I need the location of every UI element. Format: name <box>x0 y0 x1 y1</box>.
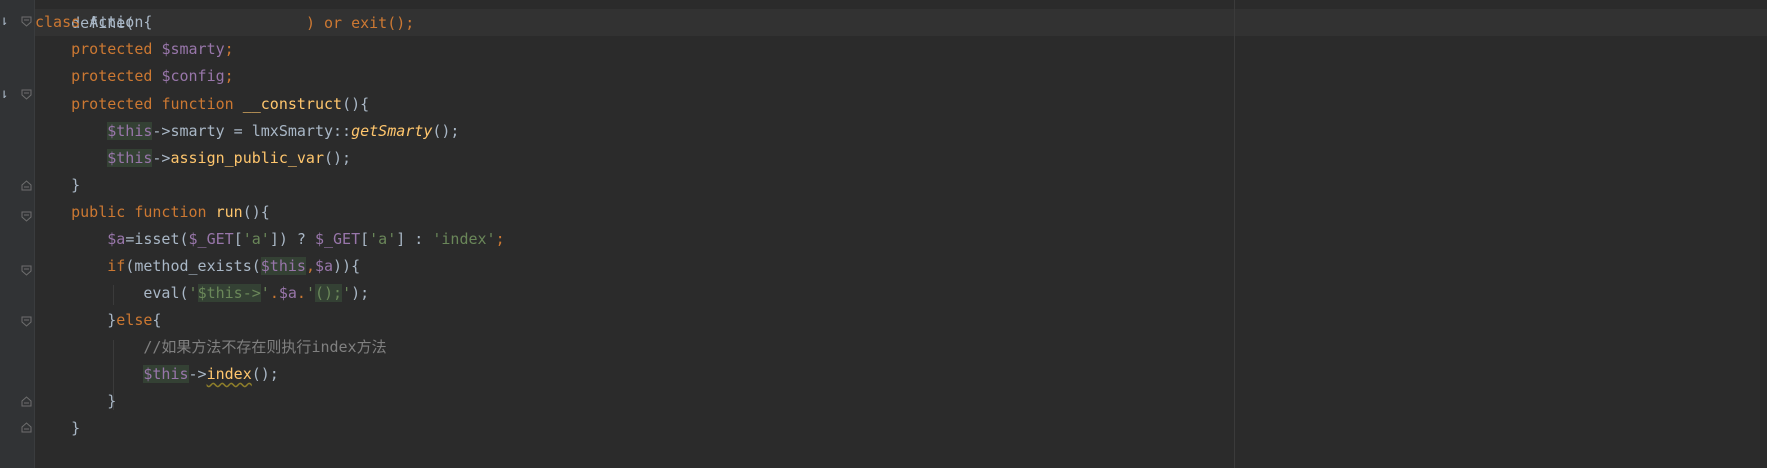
keyword: else <box>116 311 153 329</box>
punctuation: (); <box>324 149 352 167</box>
semicolon: ; <box>495 230 505 248</box>
member-access: -> <box>152 149 171 167</box>
static-method-call: getSmarty <box>351 122 433 140</box>
class-name: Action <box>89 13 144 31</box>
override-marker-icon[interactable]: ⇂ <box>0 87 8 101</box>
variable: $a <box>107 230 126 248</box>
code-line[interactable]: }else{ <box>35 307 161 334</box>
keyword: protected <box>71 67 153 85</box>
keyword: public <box>71 203 126 221</box>
brace: } <box>71 176 81 194</box>
code-line[interactable]: public function run(){ <box>35 199 270 226</box>
string: 'a' <box>369 230 397 248</box>
fold-collapse-icon[interactable] <box>21 265 32 276</box>
code-line[interactable]: $a=isset($_GET['a']) ? $_GET['a'] : 'ind… <box>35 226 505 253</box>
fold-collapse-icon[interactable] <box>21 316 32 327</box>
variable: $a <box>278 284 297 302</box>
code-line[interactable]: } <box>35 388 116 415</box>
property-name: $config <box>161 67 225 85</box>
partial-tail: ) or exit(); <box>305 14 415 32</box>
fold-end-icon[interactable] <box>21 422 32 433</box>
punctuation: (){ <box>242 203 270 221</box>
keyword: function <box>161 95 234 113</box>
method-call: assign_public_var <box>170 149 324 167</box>
function-call: eval( <box>143 284 189 302</box>
code-line[interactable]: } <box>35 415 80 442</box>
override-marker-icon[interactable]: ⇂ <box>0 14 8 28</box>
semicolon: ; <box>224 40 234 58</box>
variable: $a <box>314 257 334 275</box>
this-variable: $this <box>143 365 189 383</box>
code-line[interactable]: class Action{ <box>35 9 152 36</box>
punctuation: (){ <box>342 95 370 113</box>
this-variable: $this <box>260 257 306 275</box>
brace: } <box>71 419 81 437</box>
code-line[interactable]: protected $smarty; <box>35 36 234 63</box>
code-line[interactable]: } <box>35 172 80 199</box>
punctuation: (); <box>432 122 460 140</box>
string: 'index' <box>432 230 496 248</box>
brace: } <box>107 311 117 329</box>
code-line[interactable]: $this->index(); <box>35 361 279 388</box>
brace: } <box>107 392 117 410</box>
superglobal: $_GET <box>314 230 361 248</box>
brace: { <box>143 13 153 31</box>
keyword: protected <box>71 40 153 58</box>
keyword: function <box>134 203 207 221</box>
brace: { <box>152 311 162 329</box>
code-line[interactable]: //如果方法不存在则执行index方法 <box>35 334 387 361</box>
property-name: $smarty <box>161 40 225 58</box>
code-line[interactable]: eval('$this->'.$a.'();'); <box>35 280 369 307</box>
code-line[interactable]: $this->assign_public_var(); <box>35 145 351 172</box>
this-variable: $this <box>107 122 153 140</box>
string: $this-> <box>197 284 261 302</box>
right-margin-guide <box>1234 0 1235 468</box>
this-variable: $this <box>107 149 153 167</box>
comment: //如果方法不存在则执行index方法 <box>143 338 387 356</box>
code-line[interactable]: protected $config; <box>35 63 234 90</box>
keyword: class <box>35 13 81 31</box>
method-call: index <box>206 365 252 383</box>
function-name: run <box>215 203 243 221</box>
superglobal: $_GET <box>188 230 234 248</box>
code-line[interactable]: $this->smarty = lmxSmarty::getSmarty(); <box>35 118 459 145</box>
member-access: ->smarty = lmxSmarty:: <box>152 122 352 140</box>
punctuation: (); <box>251 365 279 383</box>
string: 'a' <box>242 230 270 248</box>
fold-collapse-icon[interactable] <box>21 16 32 27</box>
semicolon: ; <box>224 67 234 85</box>
fold-collapse-icon[interactable] <box>21 211 32 222</box>
fold-collapse-icon[interactable] <box>21 89 32 100</box>
fold-end-icon[interactable] <box>21 180 32 191</box>
fold-end-icon[interactable] <box>21 396 32 407</box>
code-line[interactable]: if(method_exists($this,$a)){ <box>35 253 360 280</box>
keyword: protected <box>71 95 153 113</box>
function-name: __construct <box>242 95 343 113</box>
keyword: if <box>107 257 126 275</box>
code-editor[interactable]: define( ) or exit(); ⇂ ⇂ class Action{ p… <box>0 0 1767 468</box>
member-access: -> <box>188 365 207 383</box>
code-line[interactable]: protected function __construct(){ <box>35 91 369 118</box>
